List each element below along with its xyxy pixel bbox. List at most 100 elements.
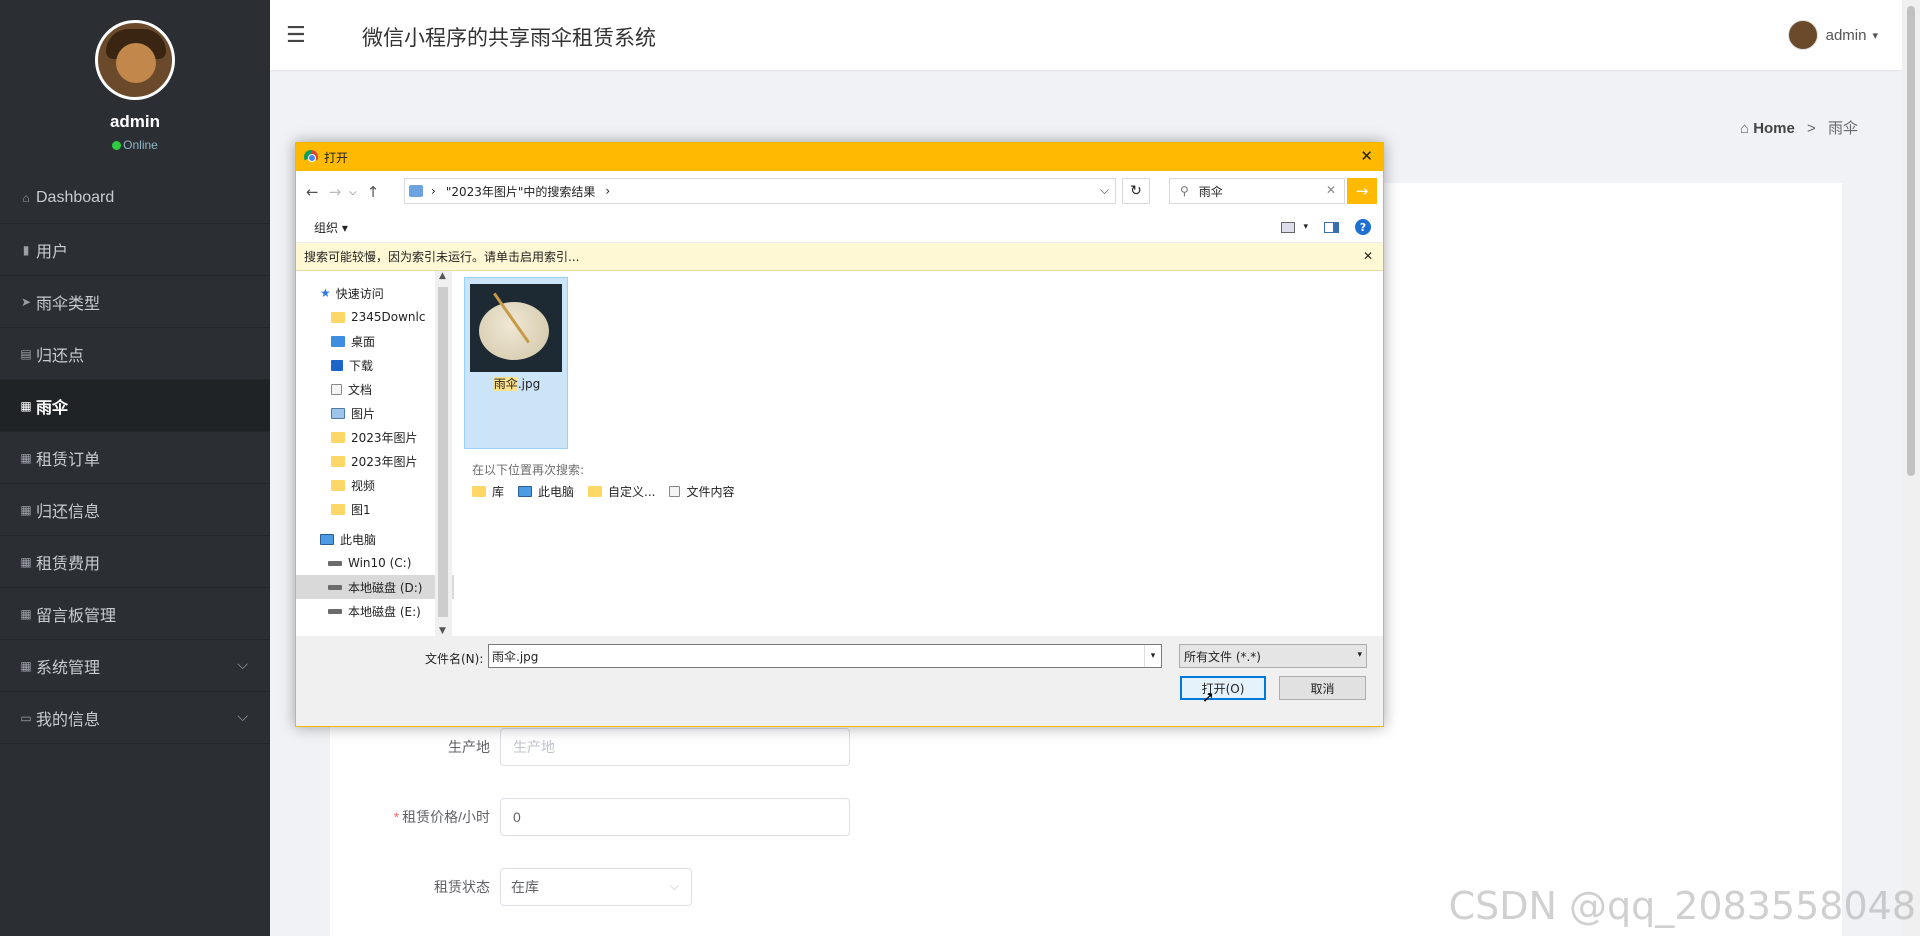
tree-item-quick-access[interactable]: ★ 快速访问: [296, 281, 454, 305]
search-go-button[interactable]: →: [1347, 178, 1377, 204]
drive-icon: [328, 608, 342, 614]
view-options[interactable]: ▾: [1281, 221, 1308, 233]
sidebar-item-return-points[interactable]: ▤ 归还点: [0, 328, 270, 380]
tree-scrollbar[interactable]: ▲ ▼: [435, 271, 452, 636]
cancel-button[interactable]: 取消: [1279, 676, 1366, 700]
menu-toggle-icon[interactable]: ☰: [286, 22, 306, 48]
file-item[interactable]: 雨伞.jpg: [464, 277, 568, 449]
tree-item-videos[interactable]: 视频: [296, 473, 454, 497]
price-label-text: 租赁价格/小时: [402, 809, 490, 825]
sidebar-item-system[interactable]: ▦ 系统管理 ⌵: [0, 640, 270, 692]
chevron-down-icon[interactable]: ⌵: [1100, 183, 1109, 198]
watermark: CSDN @qq_2083558048: [1448, 884, 1916, 928]
tree-item-2023-pictures[interactable]: 2023年图片: [296, 425, 454, 449]
tree-item-label: 2345Downlc: [351, 310, 426, 324]
tree-item-2023-pictures-2[interactable]: 2023年图片: [296, 449, 454, 473]
back-arrow-icon[interactable]: ←: [306, 183, 319, 201]
search-input[interactable]: ⚲ 雨伞 ✕: [1169, 178, 1345, 204]
refresh-icon[interactable]: ↻: [1122, 178, 1150, 204]
file-name-highlight: 雨伞: [493, 377, 518, 391]
tree-item-label: 2023年图片: [351, 430, 418, 445]
tree-item-label: 下载: [349, 358, 374, 373]
search-query: 雨伞: [1198, 184, 1223, 199]
search-custom-link[interactable]: 自定义...: [588, 483, 655, 500]
tree-item-drive-d[interactable]: 本地磁盘 (D:): [296, 575, 454, 599]
folder-icon: [331, 431, 345, 443]
sidebar-item-return-info[interactable]: ▦ 归还信息: [0, 484, 270, 536]
preview-pane-icon[interactable]: [1324, 221, 1339, 233]
breadcrumb-home[interactable]: Home: [1753, 120, 1795, 137]
user-menu[interactable]: admin ▾: [1787, 20, 1878, 50]
forward-arrow-icon[interactable]: →: [329, 183, 342, 201]
tree-item-this-pc[interactable]: 此电脑: [296, 527, 454, 551]
scrollbar-thumb[interactable]: [1907, 6, 1915, 476]
sidebar-item-umbrella-types[interactable]: ➤ 雨伞类型: [0, 276, 270, 328]
tree-item-downloads[interactable]: 下载📌: [296, 353, 454, 377]
card-icon: ▭: [20, 710, 32, 725]
sidebar-item-umbrella[interactable]: ▦ 雨伞: [0, 380, 270, 432]
drive-icon: [328, 584, 342, 590]
up-arrow-icon[interactable]: ↑: [367, 183, 380, 201]
dialog-title: 打开: [324, 150, 349, 165]
tree-item-label: Win10 (C:): [348, 556, 412, 570]
sidebar-item-label: 系统管理: [36, 659, 101, 677]
sidebar: admin Online ⌂ Dashboard ▮ 用户 ➤ 雨伞类型 ▤ 归还点 ▦…: [0, 0, 270, 936]
scroll-down-icon[interactable]: ▼: [439, 626, 446, 636]
folder-icon: [331, 503, 345, 515]
tree-item-label: 此电脑: [340, 532, 377, 547]
computer-icon: [518, 486, 533, 497]
view-icon: [1281, 221, 1296, 233]
page-scrollbar[interactable]: [1902, 0, 1920, 936]
clear-search-icon[interactable]: ✕: [1326, 183, 1336, 197]
filename-input[interactable]: 雨伞.jpg ▾: [488, 644, 1162, 668]
path-separator-icon: ›: [605, 184, 611, 198]
origin-input[interactable]: 生产地: [500, 728, 850, 766]
status-select[interactable]: 在库 ⌵: [500, 868, 692, 906]
sidebar-item-my-info[interactable]: ▭ 我的信息 ⌵: [0, 692, 270, 744]
sidebar-item-rental-orders[interactable]: ▦ 租赁订单: [0, 432, 270, 484]
search-this-pc-link[interactable]: 此电脑: [518, 483, 574, 500]
tree-item-pic1[interactable]: 图1: [296, 497, 454, 521]
recent-dropdown-icon[interactable]: ⌵: [349, 187, 357, 198]
close-icon[interactable]: ✕: [1363, 249, 1373, 263]
dialog-titlebar[interactable]: 打开 ✕: [296, 143, 1383, 171]
tree-item-desktop[interactable]: 桌面📌: [296, 329, 454, 353]
sidebar-item-label: 雨伞: [36, 399, 69, 417]
filetype-select[interactable]: 所有文件 (*.*) ▾: [1179, 644, 1367, 668]
sidebar-item-rental-fees[interactable]: ▦ 租赁费用: [0, 536, 270, 588]
scrollbar-thumb[interactable]: [438, 287, 448, 617]
sidebar-item-dashboard[interactable]: ⌂ Dashboard: [0, 172, 270, 224]
search-library-link[interactable]: 库: [472, 483, 504, 500]
path-separator-icon: ›: [431, 184, 436, 198]
tree-item-label: 快速访问: [335, 286, 384, 301]
sidebar-item-label: 用户: [36, 243, 69, 261]
sidebar-username: admin: [109, 112, 161, 131]
tree-item-drive-c[interactable]: Win10 (C:): [296, 551, 454, 575]
required-mark: *: [393, 809, 400, 825]
send-icon: ➤: [20, 294, 32, 309]
tree-item-2345downloads[interactable]: 2345Downlc📌: [296, 305, 454, 329]
file-name-ext: .jpg: [517, 377, 541, 391]
help-icon[interactable]: ?: [1355, 219, 1371, 235]
tree-item-documents[interactable]: 文档📌: [296, 377, 454, 401]
sidebar-item-label: 归还点: [36, 347, 85, 365]
index-info-bar[interactable]: 搜索可能较慢，因为索引未运行。请单击启用索引... ✕: [296, 243, 1383, 271]
close-icon[interactable]: ✕: [1360, 147, 1373, 165]
open-button[interactable]: 打开(O): [1180, 676, 1266, 700]
grid-icon: ▦: [20, 502, 32, 517]
sidebar-item-users[interactable]: ▮ 用户: [0, 224, 270, 276]
address-row: ← → ⌵ ↑ › "2023年图片"中的搜索结果 › ⌵ ↻ ⚲ 雨伞 ✕ →: [296, 171, 1383, 213]
umbrella-thumbnail: [470, 284, 562, 372]
organize-menu[interactable]: 组织 ▾: [314, 219, 348, 236]
scroll-up-icon[interactable]: ▲: [439, 271, 446, 281]
header-username: admin: [1825, 26, 1867, 44]
price-input[interactable]: 0: [500, 798, 850, 836]
chevron-down-icon[interactable]: ▾: [1144, 645, 1161, 667]
online-dot-icon: [112, 141, 122, 150]
address-bar[interactable]: › "2023年图片"中的搜索结果 › ⌵: [404, 178, 1116, 204]
tree-item-pictures[interactable]: 图片📌: [296, 401, 454, 425]
tree-item-drive-e[interactable]: 本地磁盘 (E:): [296, 599, 454, 623]
search-file-contents-link[interactable]: 文件内容: [669, 483, 735, 500]
tree-item-label: 本地磁盘 (E:): [348, 604, 421, 619]
sidebar-item-message-board[interactable]: ▦ 留言板管理: [0, 588, 270, 640]
